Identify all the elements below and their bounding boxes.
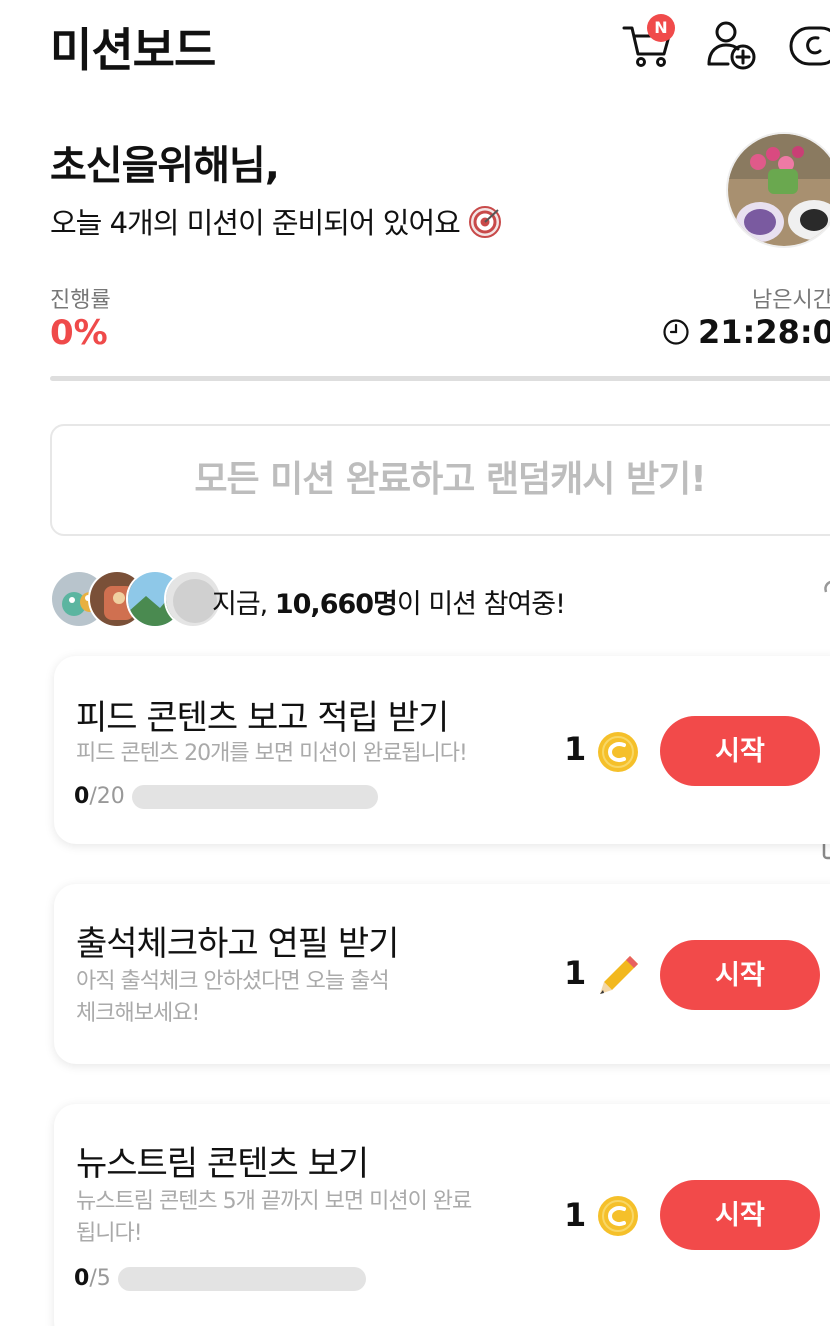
remaining-time-label: 남은시간 [752,288,830,313]
mission-start-button[interactable]: 시작 [660,940,820,1010]
progress-label: 진행률 [50,288,111,313]
all-missions-bonus-button[interactable]: 모든 미션 완료하고 랜덤캐시 받기! [50,424,830,536]
reward-amount: 1 [564,954,587,992]
mission-start-button[interactable]: 시작 [660,1180,820,1250]
mission-description: 아직 출석체크 안하셨다면 오늘 출석체크해보세요! [76,969,390,1026]
mission-description: 피드 콘텐츠 20개를 보면 미션이 완료됩니다! [76,741,468,766]
participants-count: 10,660명 [274,589,398,620]
mission-count: 0/5 [74,1266,111,1291]
mission-count-total: /20 [89,784,125,809]
overall-progress-bar [50,376,830,381]
mission-count-done: 0 [74,1266,90,1291]
top-bar: 미션보드 N [0,0,830,90]
pencil-icon [600,956,638,994]
coin-icon [598,732,638,772]
participants-text: 지금, 10,660명이 미션 참여중! [212,582,566,621]
add-user-icon[interactable] [704,18,758,72]
clock-icon [663,319,689,345]
participants-suffix: 이 미션 참여중! [396,589,566,620]
mission-card-feed[interactable]: 피드 콘텐츠 보고 적립 받기 피드 콘텐츠 20개를 보면 미션이 완료됩니다… [54,656,830,844]
mission-card-newstream[interactable]: 뉴스트림 콘텐츠 보기 뉴스트림 콘텐츠 5개 끝까지 보면 미션이 완료됩니다… [54,1104,830,1326]
coin-icon [598,1196,638,1236]
reward-amount: 1 [564,730,587,768]
mission-start-button[interactable]: 시작 [660,716,820,786]
avatar-photo [728,134,830,246]
remaining-time: 21:28:08 [662,313,830,351]
progress-value: 0% [50,313,108,353]
greeting-sub-text: 오늘 4개의 미션이 준비되어 있어요 [50,206,461,240]
reward-amount: 1 [564,1196,587,1234]
mission-title: 피드 콘텐츠 보고 적립 받기 [76,698,449,738]
mission-description: 뉴스트림 콘텐츠 5개 끝까지 보면 미션이 완료됩니다! [76,1189,472,1246]
cart-badge: N [647,14,675,42]
page-title: 미션보드 [50,23,216,77]
mission-progress-bar [118,1267,366,1291]
mission-card-attendance[interactable]: 출석체크하고 연필 받기 아직 출석체크 안하셨다면 오늘 출석체크해보세요! … [54,884,830,1064]
mission-count: 0/20 [74,784,125,809]
avatar[interactable] [726,132,830,248]
refresh-icon[interactable] [818,572,830,612]
mission-title: 뉴스트림 콘텐츠 보기 [76,1144,369,1184]
participants-row: 지금, 10,660명이 미션 참여중! [50,570,830,628]
greeting-name: 초신을위해님, [50,143,280,189]
remaining-time-value: 21:28:08 [698,313,830,351]
mission-progress-bar [132,785,378,809]
participants-prefix: 지금, [212,589,275,620]
mission-count-done: 0 [74,784,90,809]
mission-count-total: /5 [89,1266,111,1291]
target-icon [469,206,502,238]
cash-icon[interactable] [788,18,830,72]
greeting-subtitle: 오늘 4개의 미션이 준비되어 있어요 [50,200,502,242]
mission-title: 출석체크하고 연필 받기 [76,924,399,964]
